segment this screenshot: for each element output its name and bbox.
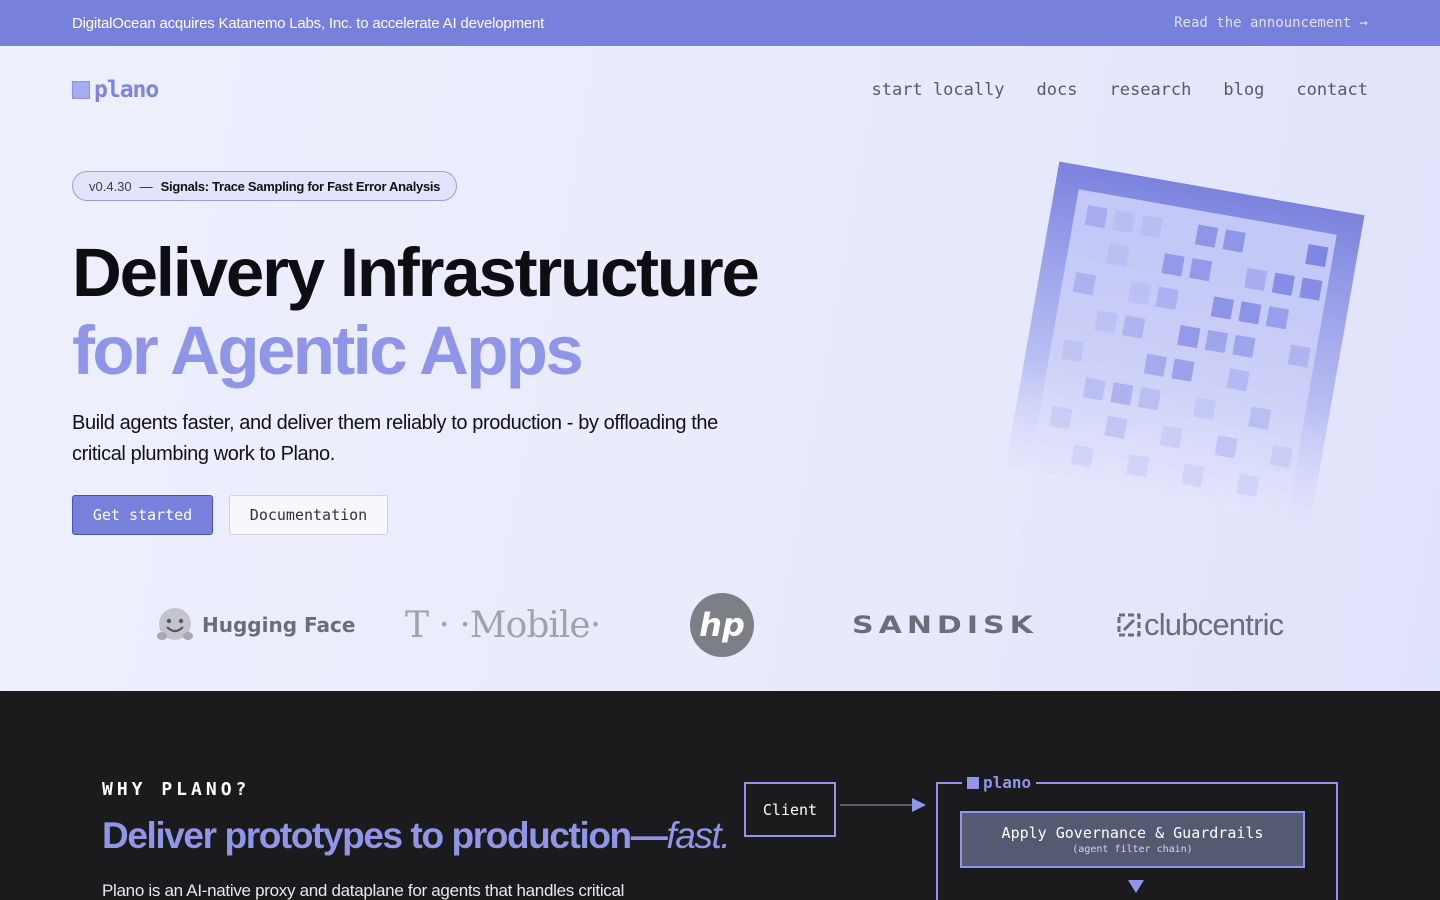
arrow-down-icon: [1128, 880, 1144, 893]
grid-cell: [1189, 258, 1213, 282]
grid-cell: [1236, 473, 1260, 497]
announcement-text: DigitalOcean acquires Katanemo Labs, Inc…: [72, 14, 545, 32]
grid-cell: [1126, 454, 1150, 478]
grid-cell: [1082, 377, 1106, 401]
grid-cell: [1210, 296, 1234, 320]
announcement-link[interactable]: Read the announcement →: [1174, 15, 1368, 31]
diagram-arrow-line: [840, 804, 914, 806]
grid-cell: [1049, 406, 1073, 430]
top-nav: plano start locally docs research blog c…: [72, 74, 1368, 106]
grid-cell: [1070, 444, 1095, 468]
grid-cell: [1106, 243, 1130, 267]
get-started-button[interactable]: Get started: [72, 495, 213, 535]
grid-cell: [1181, 463, 1205, 487]
grid-cell: [1094, 310, 1118, 334]
grid-cell: [1232, 334, 1256, 358]
nav-link-blog[interactable]: blog: [1223, 80, 1264, 100]
why-label: WHY PLANO?: [102, 779, 251, 800]
grid-cell: [1305, 244, 1329, 268]
grid-cell: [1061, 339, 1085, 363]
grid-cell: [1072, 272, 1097, 296]
logo-hp: hp: [690, 590, 754, 660]
grid-cell: [1159, 425, 1183, 449]
nav-link-contact[interactable]: contact: [1296, 80, 1368, 100]
customer-logos: Hugging Face T · ·Mobile· hp SANDISK clu…: [0, 590, 1440, 660]
tmobile-text: T · ·Mobile·: [405, 604, 601, 646]
diagram-plano-label: plano: [983, 773, 1032, 792]
grid-cell: [1084, 205, 1108, 229]
grid-cell: [1244, 267, 1268, 291]
nav-link-start-locally[interactable]: start locally: [871, 80, 1004, 100]
grid-cell: [1161, 253, 1185, 277]
release-separator: —: [139, 178, 153, 194]
grid-cell: [1299, 277, 1323, 301]
grid-cell: [1110, 382, 1134, 406]
why-body: Plano is an AI-native proxy and dataplan…: [102, 881, 625, 900]
why-headline: Deliver prototypes to production—fast.: [102, 815, 731, 857]
announcement-banner: DigitalOcean acquires Katanemo Labs, Inc…: [0, 0, 1440, 46]
release-pill[interactable]: v0.4.30 — Signals: Trace Sampling for Fa…: [72, 171, 458, 201]
diagram-governance-box: Apply Governance & Guardrails (agent fil…: [960, 811, 1305, 868]
grid-cell: [1139, 214, 1163, 239]
hero-headline-line1: Delivery Infrastructure: [72, 234, 760, 311]
hero-grid-graphic: [1001, 161, 1365, 541]
logo-sandisk: SANDISK: [852, 590, 1038, 660]
diagram-plano-tag: plano: [962, 773, 1037, 792]
plano-logo-icon: [72, 81, 90, 99]
why-plano-section: WHY PLANO? Deliver prototypes to product…: [0, 691, 1440, 900]
grid-cell: [1222, 229, 1246, 253]
governance-title: Apply Governance & Guardrails: [1001, 824, 1264, 842]
hero-subtitle: Build agents faster, and deliver them re…: [72, 412, 718, 465]
hero-headline-line2: for Agentic Apps: [72, 312, 584, 389]
hugging-face-text: Hugging Face: [202, 613, 356, 637]
grid-cell: [1204, 329, 1228, 354]
why-headline-main: Deliver prototypes to production—: [102, 815, 668, 856]
logo-clubcentric: clubcentric: [1117, 590, 1284, 660]
release-title: Signals: Trace Sampling for Fast Error A…: [160, 178, 441, 194]
arrow-right-icon: [912, 798, 926, 812]
grid-cell: [1177, 325, 1201, 349]
why-headline-emphasis: fast.: [666, 815, 730, 856]
plano-logo-text: plano: [94, 77, 159, 103]
nav-link-docs[interactable]: docs: [1037, 80, 1078, 100]
grid-cell: [1226, 368, 1250, 392]
governance-subtitle: (agent filter chain): [1072, 844, 1193, 855]
grid-cell: [1155, 286, 1179, 310]
grid-cell: [1127, 281, 1152, 305]
nav-link-research[interactable]: research: [1110, 80, 1192, 100]
grid-cell: [1238, 301, 1262, 325]
grid-cell: [1143, 353, 1167, 377]
hero-section: plano start locally docs research blog c…: [0, 46, 1440, 691]
grid-cell: [1265, 306, 1290, 330]
grid-cell: [1171, 358, 1195, 382]
nav-links: start locally docs research blog contact: [871, 80, 1368, 100]
grid-cell: [1137, 387, 1162, 411]
logo-tmobile: T · ·Mobile·: [405, 590, 601, 660]
clubcentric-icon: [1117, 613, 1141, 637]
grid-cell: [1287, 344, 1311, 368]
grid-cell: [1269, 444, 1293, 469]
plano-square-icon: [967, 776, 979, 789]
release-version: v0.4.30: [89, 178, 132, 194]
diagram-client-box: Client: [744, 782, 836, 837]
grid-cell: [1271, 272, 1295, 296]
logo-hugging-face: Hugging Face: [156, 590, 355, 660]
grid-cell: [1193, 396, 1217, 421]
sandisk-text: SANDISK: [852, 611, 1038, 639]
grid-cell: [1214, 435, 1238, 459]
plano-logo[interactable]: plano: [72, 77, 159, 103]
grid-cell: [1104, 415, 1128, 439]
grid-cell: [1112, 209, 1136, 234]
grid-cell: [1122, 315, 1146, 339]
documentation-button[interactable]: Documentation: [229, 495, 388, 535]
grid-panel-icon: [1001, 161, 1365, 541]
hero-headline: Delivery Infrastructure for Agentic Apps: [72, 234, 760, 390]
grid-cell: [1248, 406, 1272, 430]
hugging-face-icon: [157, 608, 193, 640]
grid-cell: [1194, 224, 1219, 248]
clubcentric-text: clubcentric: [1144, 607, 1284, 642]
hp-text: hp: [699, 606, 745, 644]
hp-icon: hp: [690, 593, 754, 657]
